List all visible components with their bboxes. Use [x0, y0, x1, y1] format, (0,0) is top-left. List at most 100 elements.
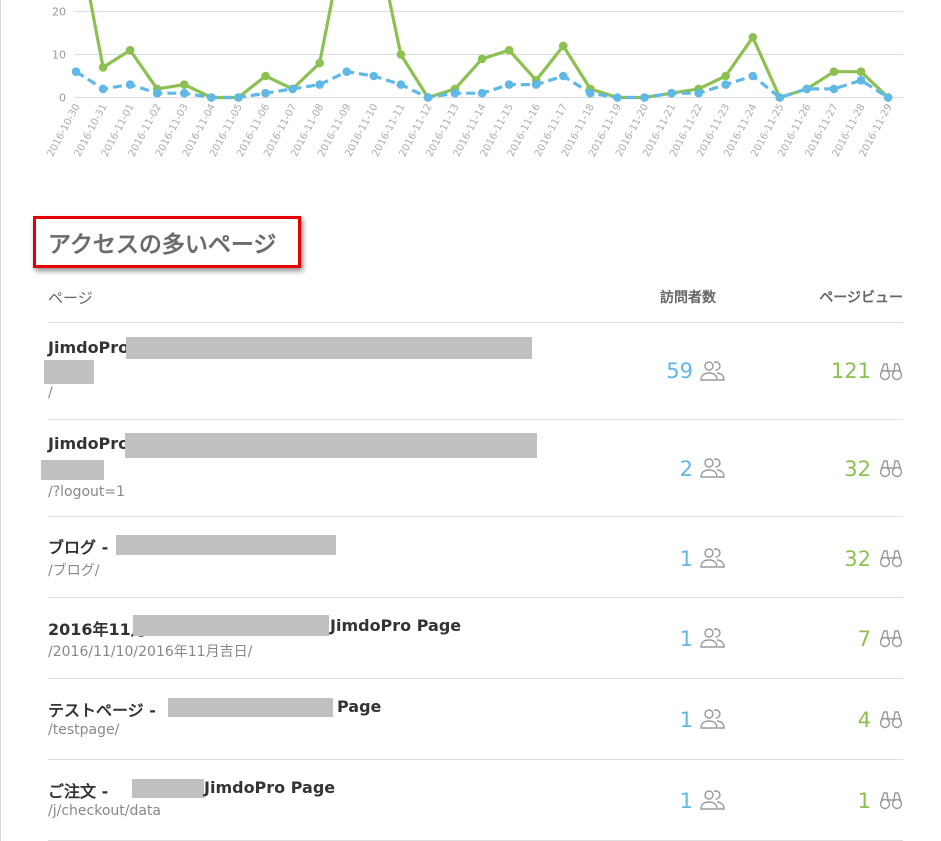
page-title-suffix: JimdoPro Page — [204, 778, 336, 797]
section-title: アクセスの多いページ — [33, 216, 301, 268]
y-tick-label: 10 — [52, 49, 66, 62]
page-path: /j/checkout/data — [48, 803, 161, 819]
data-point — [315, 58, 324, 68]
page-title[interactable]: テストページ - — [48, 697, 156, 721]
pageview-count: 32 — [844, 457, 871, 481]
data-point — [125, 80, 135, 89]
visitor-count: 1 — [679, 789, 693, 813]
data-point — [450, 88, 460, 98]
users-icon — [700, 458, 725, 478]
visitor-count: 1 — [679, 708, 693, 732]
data-point — [856, 67, 866, 76]
data-point — [613, 93, 622, 102]
data-point — [883, 93, 893, 102]
data-point — [504, 80, 514, 89]
header-pageviews: ページビュー — [819, 290, 903, 306]
redacted-text — [168, 698, 333, 717]
data-point — [71, 67, 81, 76]
data-point — [802, 84, 812, 94]
pageview-count: 4 — [857, 708, 871, 732]
table-row[interactable]: ご注文 - JimdoPro Page /j/checkout/data 1 1 — [0, 760, 941, 840]
data-point — [423, 93, 433, 102]
binoculars-icon — [879, 363, 903, 381]
data-point — [98, 84, 108, 94]
redacted-text — [116, 535, 336, 555]
redacted-text — [125, 433, 537, 458]
data-point — [667, 88, 676, 98]
data-point — [261, 88, 270, 98]
page-path: /ブログ/ — [48, 563, 100, 579]
data-point — [721, 71, 730, 81]
visitor-count: 2 — [679, 457, 693, 481]
data-point — [396, 50, 406, 59]
data-point — [694, 88, 703, 98]
table-row[interactable]: JimdoPro / 59 121 — [0, 323, 941, 419]
page-title[interactable]: ブログ - — [48, 534, 108, 558]
data-point — [531, 80, 541, 89]
data-point — [477, 88, 487, 98]
data-point — [179, 80, 189, 89]
data-point — [829, 67, 839, 76]
table-row[interactable]: テストページ - Page /testpage/ 1 4 — [0, 679, 941, 759]
redacted-text — [132, 779, 204, 798]
data-point — [342, 67, 352, 76]
table-row[interactable]: JimdoPro /?logout=1 2 32 — [0, 420, 941, 516]
data-point — [748, 33, 758, 42]
page-path: /2016/11/10/2016年11月吉日/ — [48, 644, 253, 660]
data-point — [207, 93, 216, 102]
data-point — [98, 63, 108, 72]
visitor-count: 59 — [666, 359, 693, 383]
data-point — [396, 80, 406, 89]
data-point — [152, 88, 162, 98]
data-point — [288, 84, 297, 94]
data-point — [856, 76, 866, 85]
page-title[interactable]: 2016年11月 — [48, 616, 147, 640]
pageview-count: 32 — [844, 547, 871, 571]
redacted-text — [133, 615, 329, 636]
binoculars-icon — [879, 460, 903, 478]
users-icon — [700, 548, 725, 568]
pageview-count: 1 — [857, 789, 871, 813]
users-icon — [700, 361, 725, 381]
page-title[interactable]: JimdoPro — [48, 338, 129, 357]
redacted-text — [126, 337, 532, 359]
page-title-suffix: Page — [337, 697, 382, 716]
visitor-count: 1 — [679, 547, 693, 571]
pageview-count: 7 — [857, 627, 871, 651]
page-title[interactable]: JimdoPro — [48, 434, 129, 453]
data-point — [234, 93, 243, 102]
y-tick-label: 20 — [52, 6, 66, 19]
data-point — [369, 71, 379, 81]
data-point — [586, 88, 595, 98]
table-row[interactable]: 2016年11月 JimdoPro Page /2016/11/10/2016年… — [0, 598, 941, 678]
users-icon — [700, 628, 725, 648]
page-title[interactable]: ご注文 - — [48, 778, 108, 802]
visits-line-chart: 010202016-10-302016-10-312016-11-012016-… — [46, 0, 903, 159]
series-line — [88, 0, 890, 100]
binoculars-icon — [879, 550, 903, 568]
page-path: /?logout=1 — [48, 484, 126, 500]
data-point — [179, 88, 189, 98]
data-point — [558, 71, 568, 81]
redacted-text — [44, 360, 94, 384]
header-visitors: 訪問者数 — [660, 290, 716, 306]
data-point — [315, 80, 324, 89]
visitor-count: 1 — [679, 627, 693, 651]
table-row[interactable]: ブログ - /ブログ/ 1 32 — [0, 517, 941, 597]
data-point — [558, 41, 568, 51]
data-point — [261, 71, 270, 81]
data-point — [477, 54, 487, 64]
data-point — [748, 71, 758, 81]
page-path: /testpage/ — [48, 722, 120, 738]
data-point — [125, 45, 135, 55]
page-path: / — [48, 385, 53, 401]
binoculars-icon — [879, 792, 903, 810]
page-title-suffix: JimdoPro Page — [330, 616, 462, 635]
y-tick-label: 0 — [59, 92, 66, 105]
data-point — [504, 45, 514, 55]
pageview-count: 121 — [830, 359, 871, 383]
users-icon — [700, 709, 725, 729]
data-point — [721, 80, 730, 89]
data-point — [829, 84, 839, 94]
section-title-text: アクセスの多いページ — [48, 232, 277, 258]
